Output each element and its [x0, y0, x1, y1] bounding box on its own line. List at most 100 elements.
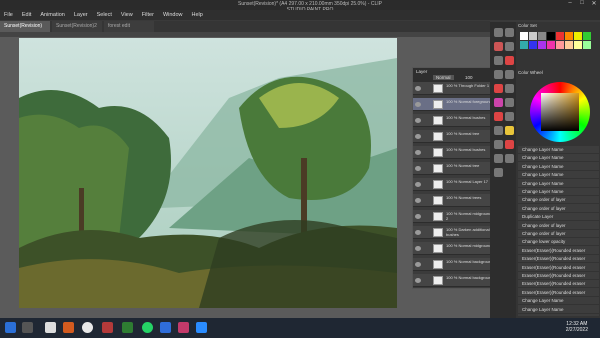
clip-studio-icon[interactable]: [160, 322, 171, 333]
history-item[interactable]: Change Layer Name: [518, 188, 599, 196]
menu-item-edit[interactable]: Edit: [22, 10, 31, 20]
layer-row[interactable]: 100 % Through Folder 1: [413, 82, 495, 95]
start-icon[interactable]: [5, 322, 16, 333]
layer-row[interactable]: 100 % Darken additional bushes: [413, 226, 495, 239]
visibility-eye-icon[interactable]: [415, 134, 421, 139]
search-icon[interactable]: [22, 322, 33, 333]
color-swatch[interactable]: [520, 32, 528, 40]
color-swatch[interactable]: [556, 41, 564, 49]
tool-button-icon[interactable]: [494, 154, 503, 163]
color-swatch[interactable]: [538, 41, 546, 49]
tool-button-icon[interactable]: [494, 42, 503, 51]
tab-0[interactable]: Sunset(Revision): [0, 21, 50, 32]
history-item[interactable]: Eraser(Eraser)(Rounded eraser: [518, 280, 599, 289]
menu-item-layer[interactable]: Layer: [74, 10, 88, 20]
close-icon[interactable]: ✕: [588, 0, 600, 10]
visibility-eye-icon[interactable]: [415, 278, 421, 283]
menu-item-view[interactable]: View: [121, 10, 133, 20]
layer-panel[interactable]: Layer Normal 100 100 % Through Folder 11…: [412, 67, 495, 289]
color-swatch[interactable]: [547, 41, 555, 49]
layer-row[interactable]: 100 % Normal trees: [413, 194, 495, 207]
visibility-eye-icon[interactable]: [415, 182, 421, 187]
visibility-eye-icon[interactable]: [415, 86, 421, 91]
tool-button-icon[interactable]: [505, 84, 514, 93]
tool-button-icon[interactable]: [505, 56, 514, 65]
layer-row[interactable]: 100 % Normal foreground: [413, 98, 495, 111]
tool-button-icon[interactable]: [494, 84, 503, 93]
telegram-icon[interactable]: [196, 322, 207, 333]
layer-row[interactable]: 100 % Normal midground: [413, 242, 495, 255]
history-item[interactable]: Eraser(Eraser)(Rounded eraser: [518, 255, 599, 264]
history-item[interactable]: Change Layer Name: [518, 154, 599, 163]
tab-2[interactable]: forest edit: [104, 21, 154, 32]
history-item[interactable]: Change order of layer: [518, 222, 599, 230]
color-swatch[interactable]: [538, 32, 546, 40]
menu-item-help[interactable]: Help: [192, 10, 203, 20]
history-item[interactable]: Change order of layer: [518, 230, 599, 238]
tool-button-icon[interactable]: [494, 112, 503, 121]
opacity-value[interactable]: 100: [465, 75, 473, 80]
tool-button-icon[interactable]: [494, 168, 503, 177]
history-item[interactable]: Change Layer Name: [518, 146, 599, 154]
visibility-eye-icon[interactable]: [415, 214, 421, 219]
color-swatch[interactable]: [574, 41, 582, 49]
history-item[interactable]: Change order of layer: [518, 205, 599, 213]
whatsapp-icon[interactable]: [142, 322, 153, 333]
blend-mode-select[interactable]: Normal: [433, 75, 454, 80]
history-item[interactable]: Change lower opacity: [518, 238, 599, 247]
color-swatch[interactable]: [583, 32, 591, 40]
color-swatch[interactable]: [520, 41, 528, 49]
layer-row[interactable]: 100 % Normal bushes: [413, 114, 495, 127]
color-swatch[interactable]: [583, 41, 591, 49]
color-swatch[interactable]: [547, 32, 555, 40]
history-item[interactable]: Duplicate Layer: [518, 213, 599, 222]
tool-button-icon[interactable]: [505, 154, 514, 163]
menu-item-window[interactable]: Window: [163, 10, 183, 20]
menu-item-file[interactable]: File: [4, 10, 13, 20]
layer-row[interactable]: 100 % Normal bushes: [413, 146, 495, 159]
color-swatch[interactable]: [565, 41, 573, 49]
tool-button-icon[interactable]: [505, 126, 514, 135]
history-item[interactable]: Change Layer Name: [518, 180, 599, 188]
color-swatch[interactable]: [529, 41, 537, 49]
tool-button-icon[interactable]: [494, 126, 503, 135]
color-swatch[interactable]: [574, 32, 582, 40]
visibility-eye-icon[interactable]: [415, 230, 421, 235]
maximize-icon[interactable]: □: [576, 0, 588, 10]
visibility-eye-icon[interactable]: [415, 150, 421, 155]
tool-button-icon[interactable]: [494, 56, 503, 65]
layer-row[interactable]: 100 % Normal background: [413, 274, 495, 287]
minimize-icon[interactable]: –: [564, 0, 576, 10]
tool-button-icon[interactable]: [494, 140, 503, 149]
camera-icon[interactable]: [122, 322, 133, 333]
menu-item-filter[interactable]: Filter: [142, 10, 154, 20]
history-item[interactable]: Change Layer Name: [518, 306, 599, 314]
history-item[interactable]: Eraser(Eraser)(Rounded eraser: [518, 264, 599, 272]
color-set-swatches[interactable]: [520, 32, 598, 62]
tool-button-icon[interactable]: [505, 70, 514, 79]
visibility-eye-icon[interactable]: [415, 166, 421, 171]
tool-button-icon[interactable]: [505, 140, 514, 149]
tab-1[interactable]: Sunset(Revision)2: [52, 21, 102, 32]
tool-button-icon[interactable]: [494, 98, 503, 107]
history-item[interactable]: Eraser(Eraser)(Rounded eraser: [518, 247, 599, 255]
history-item[interactable]: Change order of layer: [518, 196, 599, 205]
tool-button-icon[interactable]: [505, 98, 514, 107]
visibility-eye-icon[interactable]: [415, 102, 421, 107]
color-swatch[interactable]: [565, 32, 573, 40]
color-square[interactable]: [541, 93, 579, 131]
tool-button-icon[interactable]: [494, 28, 503, 37]
history-item[interactable]: Change Layer Name: [518, 163, 599, 171]
layer-row[interactable]: 100 % Normal background: [413, 258, 495, 271]
color-swatch[interactable]: [529, 32, 537, 40]
chrome-icon[interactable]: [82, 322, 93, 333]
tool-button-icon[interactable]: [494, 70, 503, 79]
visibility-eye-icon[interactable]: [415, 118, 421, 123]
layer-row[interactable]: 100 % Normal tree: [413, 130, 495, 143]
visibility-eye-icon[interactable]: [415, 246, 421, 251]
layer-row[interactable]: 100 % Normal midground 2: [413, 210, 495, 223]
canvas-painting[interactable]: [19, 38, 397, 308]
paint-app-icon[interactable]: [178, 322, 189, 333]
color-swatch[interactable]: [556, 32, 564, 40]
history-item[interactable]: Change Layer Name: [518, 297, 599, 306]
